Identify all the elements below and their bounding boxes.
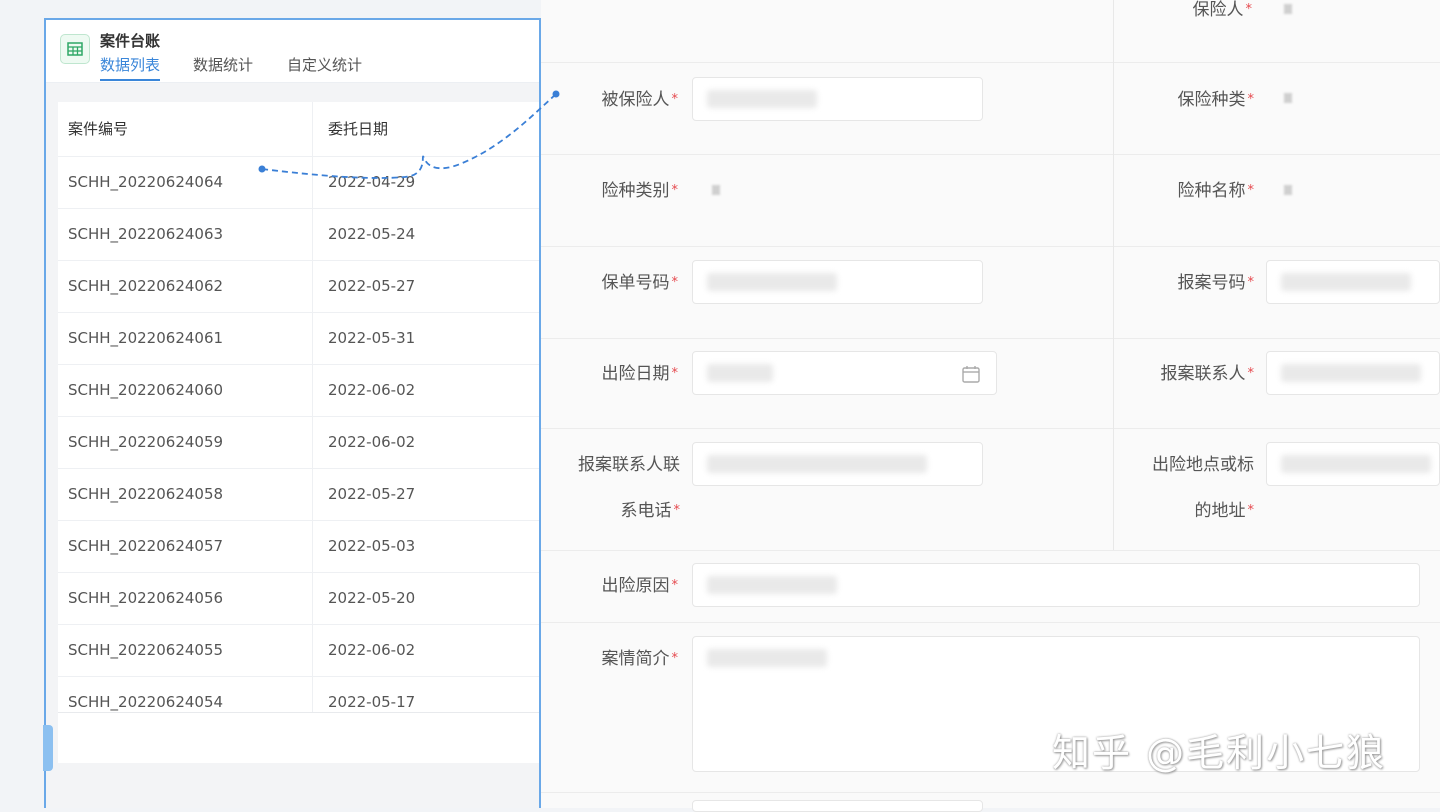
connector-line xyxy=(258,90,560,179)
connector-end-dot xyxy=(552,90,560,98)
connector-start-dot xyxy=(258,165,266,173)
watermark: 知乎 @毛利小七狼 xyxy=(1052,731,1387,775)
